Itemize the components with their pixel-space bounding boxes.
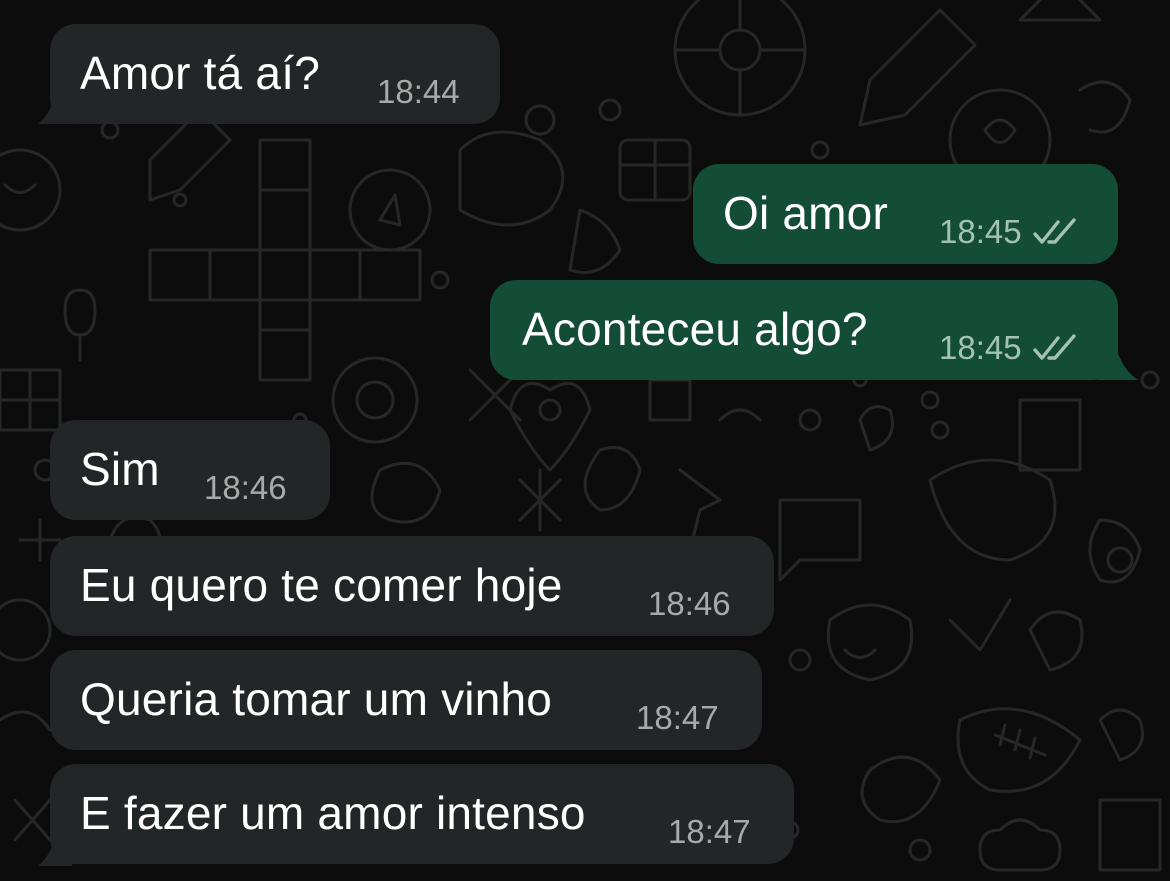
message-text: Oi amor xyxy=(723,187,888,239)
message-text: E fazer um amor intenso xyxy=(80,787,586,839)
message-time: 18:46 xyxy=(204,469,287,506)
message-text: Eu quero te comer hoje xyxy=(80,559,563,611)
message-timestamp: 18:45 xyxy=(939,213,1080,251)
message-timestamp: 18:47 xyxy=(636,699,719,737)
message-timestamp: 18:44 xyxy=(377,73,460,111)
message-bubble-incoming[interactable]: Sim 18:46 xyxy=(50,420,330,520)
message-timestamp: 18:46 xyxy=(648,585,731,623)
message-text: Queria tomar um vinho xyxy=(80,673,553,725)
message-time: 18:46 xyxy=(648,585,731,622)
message-time: 18:47 xyxy=(636,699,719,736)
message-timestamp: 18:47 xyxy=(668,813,751,851)
chat-window: Amor tá aí? 18:44 Oi amor 18:45 Acontece… xyxy=(0,0,1170,881)
message-text: Amor tá aí? xyxy=(80,47,320,99)
message-bubble-outgoing[interactable]: Oi amor 18:45 xyxy=(693,164,1118,264)
message-bubble-incoming[interactable]: E fazer um amor intenso 18:47 xyxy=(50,764,794,864)
message-bubble-incoming[interactable]: Eu quero te comer hoje 18:46 xyxy=(50,536,774,636)
message-time: 18:45 xyxy=(939,329,1022,366)
message-timestamp: 18:46 xyxy=(204,469,287,507)
message-timestamp: 18:45 xyxy=(939,329,1080,367)
double-check-icon xyxy=(1032,217,1080,247)
double-check-icon xyxy=(1032,333,1080,363)
message-bubble-outgoing[interactable]: Aconteceu algo? 18:45 xyxy=(490,280,1118,380)
message-bubble-incoming[interactable]: Amor tá aí? 18:44 xyxy=(50,24,500,124)
message-time: 18:47 xyxy=(668,813,751,850)
message-time: 18:44 xyxy=(377,73,460,110)
message-text: Aconteceu algo? xyxy=(522,303,868,355)
message-time: 18:45 xyxy=(939,213,1022,250)
message-text: Sim xyxy=(80,443,160,495)
message-bubble-incoming[interactable]: Queria tomar um vinho 18:47 xyxy=(50,650,762,750)
